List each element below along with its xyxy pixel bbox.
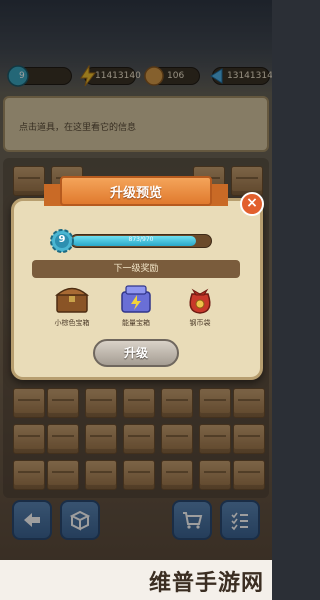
upgrade-button[interactable]: 升级	[93, 339, 179, 367]
level-number: 9	[58, 234, 66, 245]
reward-item[interactable]: 能量宝箱	[106, 282, 166, 328]
level-progress-text: 873/970	[128, 236, 154, 243]
level-progress-bar: 873/970	[70, 234, 212, 248]
watermark: 维普手游网	[148, 571, 264, 596]
rewards-header: 下一级奖励	[32, 260, 240, 278]
reward-label: 能量宝箱	[122, 319, 150, 327]
reward-label: 小棕色宝箱	[54, 319, 90, 327]
title-ribbon: 升级预览	[44, 176, 228, 210]
level-gear-badge: 9	[49, 228, 75, 254]
energy-box-icon	[121, 285, 151, 313]
reward-label: 钢币袋	[189, 319, 211, 327]
close-button[interactable]: ×	[240, 192, 264, 216]
coin-bag-icon	[189, 288, 211, 314]
reward-item[interactable]: 小棕色宝箱	[42, 282, 102, 328]
game-screen: 9 11413140 106 13141314 点击道具，在这里看它的信息 升级…	[0, 0, 272, 600]
reward-item[interactable]: 钢币袋	[170, 282, 230, 328]
modal-title: 升级预览	[109, 186, 162, 201]
brown-chest-icon	[54, 287, 90, 313]
